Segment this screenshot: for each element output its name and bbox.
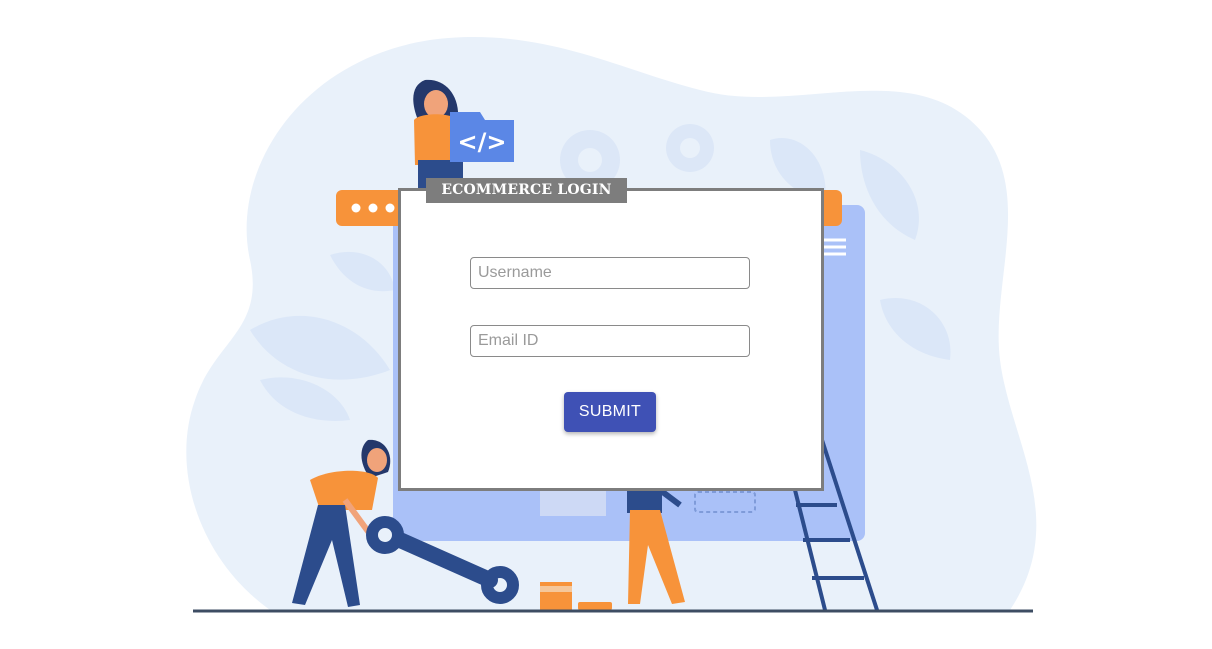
login-title: ECOMMERCE LOGIN xyxy=(426,178,627,203)
page-stage: </> ECOMMERCE LOGIN Username Email ID SU… xyxy=(0,0,1212,649)
email-input[interactable] xyxy=(470,325,750,357)
code-tag-text: </> xyxy=(458,128,507,156)
window-dot-icon xyxy=(385,203,395,213)
window-dot-icon xyxy=(368,203,378,213)
username-input[interactable] xyxy=(470,257,750,289)
submit-button[interactable]: SUBMIT xyxy=(564,392,656,432)
window-dot-icon xyxy=(351,203,361,213)
login-card: ECOMMERCE LOGIN SUBMIT xyxy=(398,178,824,491)
